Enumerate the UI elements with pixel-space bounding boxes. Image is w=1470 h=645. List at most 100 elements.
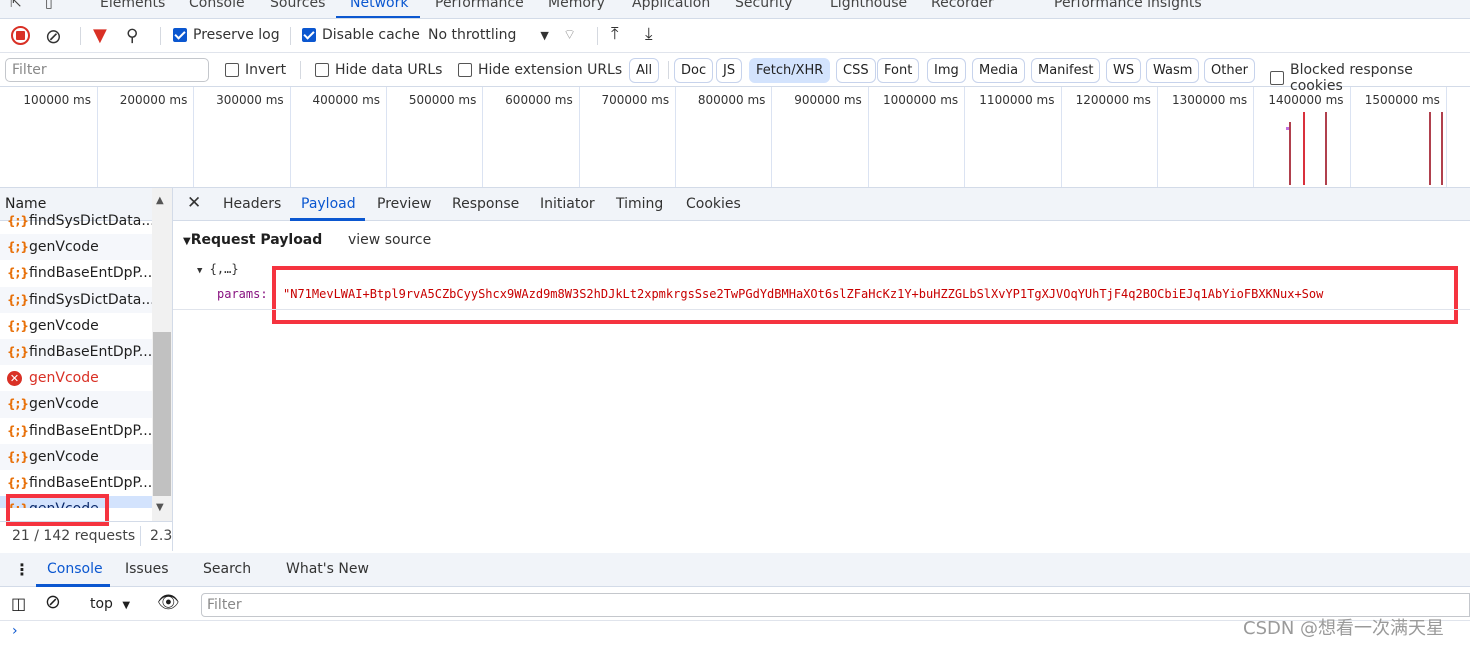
type-filter-doc[interactable]: Doc (674, 58, 714, 83)
disable-cache-checkbox[interactable]: Disable cache (302, 27, 420, 43)
type-filter-fetch-xhr[interactable]: Fetch/XHR (749, 58, 831, 83)
panel-divider[interactable] (172, 188, 173, 551)
xhr-icon: {;} (7, 240, 29, 255)
timeline-tick-label: 300000 ms (216, 93, 284, 107)
active-tab-underline (36, 584, 110, 587)
request-row[interactable]: {;} findBaseEntDpP... (0, 260, 152, 286)
request-row[interactable]: {;}genVcode (0, 313, 152, 339)
type-filter-media[interactable]: Media (972, 58, 1026, 83)
tab-memory[interactable]: Memory (548, 0, 605, 11)
view-source-link[interactable]: view source (348, 232, 431, 248)
timeline-tick-label: 1300000 ms (1171, 93, 1248, 107)
context-select[interactable]: top ▼ (90, 596, 130, 612)
device-toolbar-icon[interactable]: ▯ (45, 0, 53, 11)
tab-response[interactable]: Response (452, 196, 519, 212)
clear-console-icon[interactable]: ⊘ (45, 591, 61, 613)
drawer-tab-whats-new[interactable]: What's New (286, 561, 369, 577)
request-row[interactable]: {;} findBaseEntDpP... (0, 470, 152, 496)
tab-sources[interactable]: Sources (270, 0, 325, 11)
close-icon[interactable]: ✕ (187, 193, 201, 213)
tab-payload[interactable]: Payload (301, 196, 356, 212)
request-row[interactable]: {;} findBaseEntDpP... (0, 338, 152, 366)
xhr-icon: {;} (7, 266, 29, 281)
type-filter-wasm[interactable]: Wasm (1146, 58, 1200, 83)
inspect-icon[interactable]: ⇱ (10, 0, 22, 11)
timeline-tick-label: 1500000 ms (1364, 93, 1440, 107)
tab-network[interactable]: Network (350, 0, 408, 11)
filter-icon[interactable]: ▼ (93, 25, 107, 46)
drawer-tab-console[interactable]: Console (47, 561, 103, 577)
payload-object[interactable]: ▼ {,…} (197, 262, 239, 276)
more-options-icon[interactable]: ⋮ (14, 560, 30, 579)
tab-security[interactable]: Security (735, 0, 793, 11)
xhr-icon: {;} (7, 423, 29, 438)
type-filter-js[interactable]: JS (716, 58, 743, 83)
live-expression-eye-icon[interactable]: 👁 (157, 592, 180, 613)
devtools-tab-bar: ⇱ ▯ Elements Console Sources Network Per… (0, 0, 1470, 19)
request-row[interactable]: {;} findSysDictData... (0, 208, 152, 234)
tab-timing[interactable]: Timing (616, 196, 663, 212)
request-payload-section[interactable]: ▼Request Payload (183, 232, 322, 248)
tab-console[interactable]: Console (189, 0, 245, 11)
tab-initiator[interactable]: Initiator (540, 196, 595, 212)
scroll-up-icon[interactable]: ▲ (156, 195, 164, 206)
hide-data-urls-checkbox[interactable]: Hide data URLs (315, 62, 442, 78)
console-prompt-icon[interactable]: › (12, 623, 18, 639)
drawer-tab-issues[interactable]: Issues (125, 561, 169, 577)
request-row[interactable]: {;}genVcode (0, 391, 152, 418)
tab-lighthouse[interactable]: Lighthouse (830, 0, 907, 11)
request-row[interactable]: {;}genVcode (0, 443, 152, 470)
xhr-icon: {;} (7, 318, 29, 333)
type-filter-img[interactable]: Img (927, 58, 966, 83)
chevron-down-icon: ▼ (540, 28, 549, 42)
type-filter-manifest[interactable]: Manifest (1031, 58, 1101, 83)
xhr-icon: {;} (7, 345, 29, 360)
tab-application[interactable]: Application (632, 0, 710, 11)
clear-icon[interactable]: ⊘ (45, 24, 62, 48)
request-name: findSysDictData... (29, 213, 152, 230)
timeline-tick-label: 1200000 ms (1075, 93, 1151, 107)
request-name: findBaseEntDpP... (29, 474, 152, 491)
active-tab-underline (290, 218, 365, 221)
request-list[interactable]: {;} findSysDictData... {;} genVcode {;} findB… (0, 208, 152, 508)
invert-checkbox[interactable]: Invert (225, 62, 286, 78)
scroll-down-icon[interactable]: ▼ (156, 502, 164, 513)
xhr-icon: {;} (7, 214, 29, 229)
timeline-tick-label: 1100000 ms (979, 93, 1055, 107)
transferred-size: 2.3 (150, 528, 173, 544)
filter-input[interactable]: Filter (5, 58, 209, 82)
type-filter-css[interactable]: CSS (836, 58, 876, 83)
tab-performance[interactable]: Performance (435, 0, 524, 11)
tab-preview[interactable]: Preview (377, 196, 432, 212)
sidebar-toggle-icon[interactable]: ◫ (11, 594, 26, 613)
drawer-tab-search[interactable]: Search (203, 561, 251, 577)
search-icon[interactable]: ⚲ (126, 26, 138, 46)
request-name: genVcode (29, 448, 99, 465)
type-filter-ws[interactable]: WS (1106, 58, 1142, 83)
tab-recorder[interactable]: Recorder (931, 0, 994, 11)
network-conditions-icon[interactable]: ⌔ (563, 26, 576, 44)
export-har-icon[interactable]: ⤓ (645, 24, 653, 44)
request-name: findBaseEntDpP... (29, 265, 152, 282)
hide-extension-urls-checkbox[interactable]: Hide extension URLs (458, 62, 622, 78)
tab-performance-insights[interactable]: Performance insights (1054, 0, 1202, 11)
preserve-log-checkbox[interactable]: Preserve log (173, 27, 280, 43)
tab-headers[interactable]: Headers (223, 196, 281, 212)
request-row[interactable]: {;} findBaseEntDpP... (0, 418, 152, 444)
throttling-value: No throttling (428, 27, 517, 43)
scrollbar-thumb[interactable] (153, 332, 171, 496)
type-filter-font[interactable]: Font (877, 58, 920, 83)
tab-cookies[interactable]: Cookies (686, 196, 741, 212)
throttling-select[interactable]: No throttling ▼ (428, 27, 549, 43)
type-filter-all[interactable]: All (629, 58, 660, 83)
disable-cache-label: Disable cache (322, 27, 420, 43)
tab-elements[interactable]: Elements (100, 0, 165, 11)
request-row[interactable]: ✕ genVcode (0, 365, 152, 391)
network-overview-timeline[interactable]: 100000 ms 200000 ms 300000 ms 400000 ms 5000… (0, 87, 1470, 188)
import-har-icon[interactable]: ⤒ (611, 24, 619, 44)
type-filter-other[interactable]: Other (1204, 58, 1255, 83)
record-stop-icon[interactable] (11, 26, 30, 45)
request-row[interactable]: {;} findSysDictData... (0, 286, 152, 313)
details-tab-bar: ✕ Headers Payload Preview Response Initi… (173, 188, 1470, 221)
request-row[interactable]: {;}genVcode (0, 234, 152, 261)
